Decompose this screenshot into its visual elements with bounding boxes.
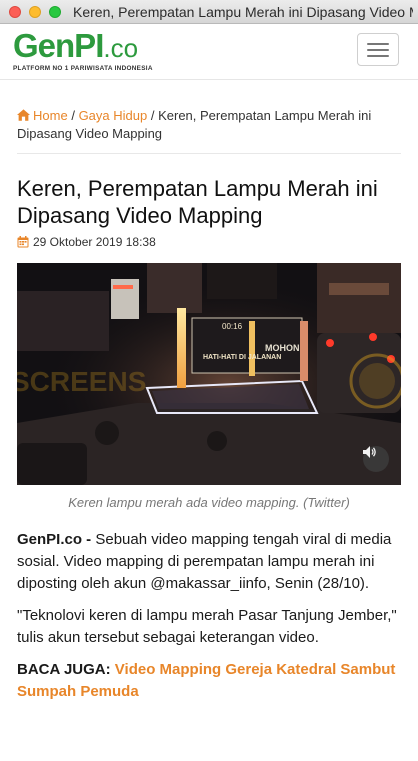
mute-toggle[interactable] — [363, 446, 389, 472]
overlay-hati: HATI-HATI DI JALANAN — [203, 354, 281, 361]
maximize-button[interactable] — [49, 5, 61, 18]
home-icon — [17, 109, 30, 121]
window-controls — [9, 5, 61, 18]
logo-wordmark: GenPI.co — [13, 28, 153, 66]
hamburger-icon[interactable] — [357, 33, 399, 66]
article-date-text: 29 Oktober 2019 18:38 — [33, 235, 156, 249]
window-titlebar: Keren, Perempatan Lampu Merah ini Dipasa… — [0, 0, 418, 24]
overlay-time: 00:16 — [222, 322, 243, 331]
speaker-icon — [363, 446, 376, 458]
watermark-text: SCREENS — [17, 366, 146, 397]
related-article: BACA JUGA: Video Mapping Gereja Katedral… — [17, 659, 401, 703]
article-content: Home / Gaya Hidup / Keren, Perempatan La… — [17, 80, 401, 703]
minimize-button[interactable] — [29, 5, 41, 18]
article-title: Keren, Perempatan Lampu Merah ini Dipasa… — [17, 176, 378, 228]
site-navbar: GenPI.co PLATFORM NO 1 PARIWISATA INDONE… — [0, 24, 418, 80]
breadcrumb-separator: / — [71, 108, 75, 123]
breadcrumb-home-label: Home — [33, 108, 68, 123]
related-label: BACA JUGA: — [17, 661, 111, 678]
breadcrumb-category[interactable]: Gaya Hidup — [79, 108, 148, 123]
logo-main: GenPI — [13, 27, 104, 64]
breadcrumb-separator: / — [150, 108, 155, 123]
article-video[interactable]: HATI-HATI DI JALANAN MOHON 00:16 SCREENS — [17, 263, 401, 485]
site-logo[interactable]: GenPI.co PLATFORM NO 1 PARIWISATA INDONE… — [13, 28, 153, 74]
logo-suffix: .co — [103, 33, 139, 63]
logo-tagline: PLATFORM NO 1 PARIWISATA INDONESIA — [13, 65, 153, 72]
video-frame-image: HATI-HATI DI JALANAN MOHON 00:16 SCREENS — [17, 263, 401, 485]
photo-caption: Keren lampu merah ada video mapping. (Tw… — [68, 495, 350, 510]
breadcrumb-home[interactable]: Home — [17, 108, 68, 123]
article-paragraph-2: "Teknolovi keren di lampu merah Pasar Ta… — [17, 607, 397, 646]
article-date: 29 Oktober 2019 18:38 — [17, 235, 401, 249]
article-paragraph-1: GenPI.co - Sebuah video mapping tengah v… — [17, 529, 401, 595]
window-title: Keren, Perempatan Lampu Merah ini Dipasa… — [73, 3, 413, 20]
close-button[interactable] — [9, 5, 21, 18]
breadcrumb: Home / Gaya Hidup / Keren, Perempatan La… — [17, 107, 401, 154]
calendar-icon — [17, 236, 29, 248]
overlay-mohon: MOHON — [265, 343, 300, 353]
article-lead: GenPI.co - — [17, 531, 92, 548]
